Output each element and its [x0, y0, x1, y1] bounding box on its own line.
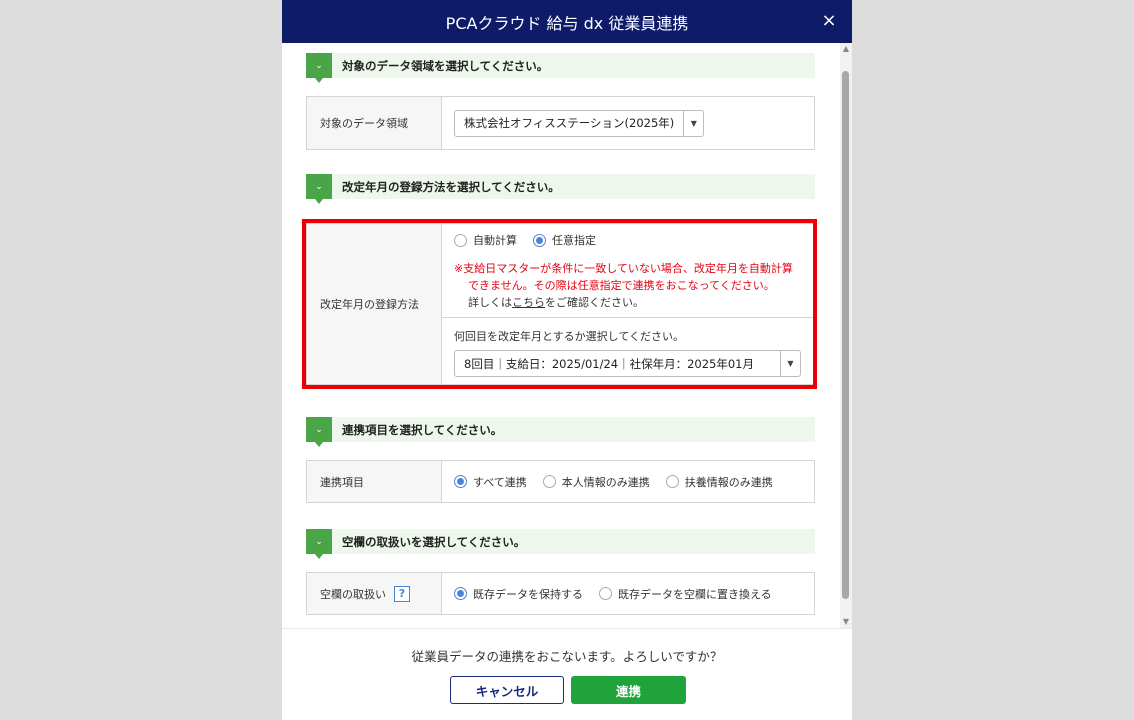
employee-link-dialog: PCAクラウド 給与 dx 従業員連携 × ⌄ 対象のデータ領域を選択してくださ… [282, 0, 852, 720]
blank-handling-radio-group: 既存データを保持する 既存データを空欄に置き換える [454, 586, 788, 602]
revision-count-select-value: 8回目｜支給日：2025/01/24｜社保年月：2025年01月 [464, 356, 754, 371]
dialog-body: ⌄ 対象のデータ領域を選択してください。 対象のデータ領域 株式会社オフィスステ… [282, 43, 852, 628]
close-icon[interactable]: × [816, 8, 842, 34]
radio-button[interactable] [542, 475, 556, 488]
radio-button-selected[interactable] [454, 475, 467, 488]
warning-line-2: できません。その際は任意指定で連携をおこなってください。 [468, 279, 775, 292]
field-label: 連携項目 [307, 461, 442, 502]
vertical-scrollbar[interactable]: ▲ ▼ [840, 43, 852, 628]
section-title: 改定年月の登録方法を選択してください。 [342, 179, 560, 194]
radio-label: 本人情報のみ連携 [561, 475, 650, 489]
data-area-select[interactable]: 株式会社オフィスステーション(2025年) ▼ [454, 109, 705, 137]
help-link[interactable]: こちら [512, 296, 545, 309]
section-header-data-area: ⌄ 対象のデータ領域を選択してください。 [306, 53, 815, 83]
scroll-up-arrow-icon[interactable]: ▲ [840, 43, 852, 55]
dropdown-arrow-icon: ▼ [780, 351, 800, 376]
radio-label: 任意指定 [552, 234, 596, 247]
radio-label: すべて連携 [473, 475, 527, 489]
radio-label: 自動計算 [473, 234, 517, 247]
dialog-titlebar: PCAクラウド 給与 dx 従業員連携 × [282, 0, 852, 43]
radio-label: 既存データを空欄に置き換える [618, 587, 772, 601]
revision-count-select[interactable]: 8回目｜支給日：2025/01/24｜社保年月：2025年01月 ▼ [454, 350, 801, 377]
section-header-link-items: ⌄ 連携項目を選択してください。 [306, 417, 815, 447]
data-area-select-value: 株式会社オフィスステーション(2025年) [464, 116, 675, 130]
radio-label: 既存データを保持する [473, 587, 583, 601]
section-header-revision-method: ⌄ 改定年月の登録方法を選択してください。 [306, 174, 815, 204]
radio-button-selected[interactable] [533, 233, 546, 247]
link-items-row: 連携項目 すべて連携 本人情報のみ連携 扶養情報のみ連携 [306, 460, 815, 503]
radio-auto-calc[interactable]: 自動計算 [454, 232, 517, 248]
cancel-button[interactable]: キャンセル [450, 676, 564, 704]
link-items-radio-group: すべて連携 本人情報のみ連携 扶養情報のみ連携 [454, 474, 789, 490]
section-header-blank-handling: ⌄ 空欄の取扱いを選択してください。 [306, 529, 815, 559]
radio-personal-only[interactable]: 本人情報のみ連携 [542, 474, 650, 490]
field-label: 対象のデータ領域 [307, 97, 442, 149]
field-label: 空欄の取扱い ? [307, 573, 442, 614]
radio-label: 扶養情報のみ連携 [684, 475, 773, 489]
question-icon[interactable]: ? [394, 585, 410, 602]
data-area-row: 対象のデータ領域 株式会社オフィスステーション(2025年) ▼ [306, 96, 815, 150]
radio-manual[interactable]: 任意指定 [533, 232, 596, 248]
chevron-down-icon: ⌄ [306, 174, 332, 204]
radio-button[interactable] [599, 587, 612, 600]
field-label-text: 空欄の取扱い [320, 587, 386, 601]
sub-prompt: 何回目を改定年月とするか選択してください。 [454, 330, 685, 343]
radio-button[interactable] [454, 233, 467, 247]
section-title: 連携項目を選択してください。 [342, 422, 503, 437]
help-note: 詳しくはこちらをご確認ください。 [454, 294, 814, 311]
scroll-down-arrow-icon[interactable]: ▼ [840, 616, 852, 628]
chevron-down-icon: ⌄ [306, 53, 332, 83]
section-title: 空欄の取扱いを選択してください。 [342, 534, 526, 549]
radio-all[interactable]: すべて連携 [454, 474, 527, 490]
blank-handling-row: 空欄の取扱い ? 既存データを保持する 既存データを空欄に置き換える [306, 572, 815, 615]
section-title: 対象のデータ領域を選択してください。 [342, 58, 549, 73]
dialog-footer: 従業員データの連携をおこないます。よろしいですか？ キャンセル 連携 [282, 628, 852, 720]
note-prefix: 詳しくは [468, 296, 512, 309]
radio-button[interactable] [665, 475, 679, 488]
warning-line-1: ※支給日マスターが条件に一致していない場合、改定年月を自動計算 [454, 262, 793, 275]
field-label: 改定年月の登録方法 [307, 224, 442, 384]
note-suffix: をご確認ください。 [545, 296, 644, 309]
radio-button-selected[interactable] [454, 587, 467, 600]
revision-method-row: 改定年月の登録方法 自動計算 任意指定 ※支給日マスターが条件に一致していない場… [306, 223, 815, 385]
confirm-message: 従業員データの連携をおこないます。よろしいですか？ [411, 649, 723, 664]
dialog-title: PCAクラウド 給与 dx 従業員連携 [445, 13, 689, 33]
radio-replace-blank[interactable]: 既存データを空欄に置き換える [599, 586, 772, 602]
radio-keep-existing[interactable]: 既存データを保持する [454, 586, 583, 602]
scroll-thumb[interactable] [842, 71, 849, 599]
chevron-down-icon: ⌄ [306, 529, 332, 559]
radio-dependent-only[interactable]: 扶養情報のみ連携 [665, 474, 773, 490]
dropdown-arrow-icon: ▼ [683, 110, 703, 136]
chevron-down-icon: ⌄ [306, 417, 332, 447]
link-button[interactable]: 連携 [571, 676, 686, 704]
revision-method-radio-group: 自動計算 任意指定 [454, 232, 814, 248]
